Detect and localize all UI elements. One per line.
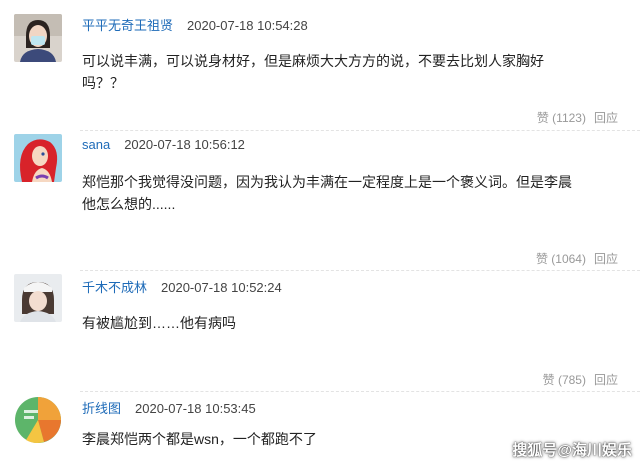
like-button[interactable]: 赞 (785): [543, 373, 586, 387]
comment-meta: sana 2020-07-18 10:56:12: [82, 137, 245, 152]
comment-meta: 折线图 2020-07-18 10:53:45: [82, 398, 256, 417]
comment-time: 2020-07-18 10:56:12: [124, 137, 245, 152]
girl-avatar-icon[interactable]: [14, 274, 62, 322]
like-button[interactable]: 赞 (1064): [536, 252, 586, 266]
username-link[interactable]: 平平无奇王祖贤: [82, 18, 173, 33]
username-link[interactable]: 千木不成林: [82, 280, 147, 295]
comment-time: 2020-07-18 10:54:28: [187, 18, 308, 33]
woman-avatar-icon[interactable]: [14, 14, 62, 62]
like-button[interactable]: 赞 (1123): [537, 111, 586, 125]
comment-text: 有被尴尬到……他有病吗: [82, 315, 236, 331]
reply-button[interactable]: 回应: [594, 373, 618, 387]
divider: [80, 391, 640, 392]
mermaid-avatar-icon[interactable]: [14, 134, 62, 182]
comment-text: 郑恺那个我觉得没问题，因为我认为丰满在一定程度上是一个褒义词。但是李晨他怎么想的…: [82, 174, 572, 212]
comment-meta: 平平无奇王祖贤 2020-07-18 10:54:28: [82, 15, 308, 34]
comment-text: 可以说丰满，可以说身材好，但是麻烦大大方方的说，不要去比划人家胸好吗？？: [82, 53, 544, 91]
reply-button[interactable]: 回应: [594, 111, 618, 125]
watermark: 搜狐号@海川娱乐: [512, 442, 632, 459]
comment-actions: 赞 (785) 回应: [543, 371, 618, 388]
comment-meta: 千木不成林 2020-07-18 10:52:24: [82, 277, 282, 296]
comment-time: 2020-07-18 10:53:45: [135, 401, 256, 416]
comment-text: 李晨郑恺两个都是wsn，一个都跑不了: [82, 431, 317, 447]
username-link[interactable]: 折线图: [82, 401, 121, 416]
divider: [80, 130, 640, 131]
comment-actions: 赞 (1064) 回应: [536, 250, 618, 267]
pie-chart-avatar-icon[interactable]: [14, 396, 62, 444]
divider: [80, 270, 640, 271]
comment-time: 2020-07-18 10:52:24: [161, 280, 282, 295]
reply-button[interactable]: 回应: [594, 252, 618, 266]
username-link[interactable]: sana: [82, 137, 110, 152]
comment-actions: 赞 (1123) 回应: [537, 109, 618, 126]
